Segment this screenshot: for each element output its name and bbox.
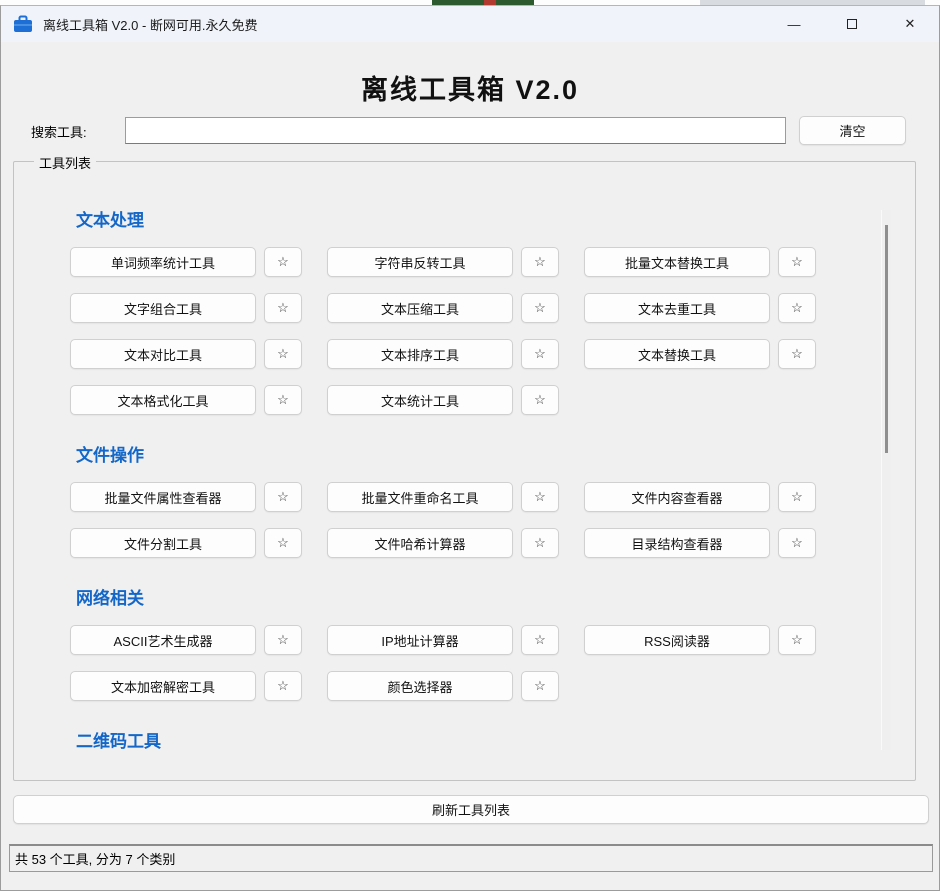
app-window: 离线工具箱 V2.0 - 断网可用.永久免费 — ✕ 离线工具箱 V2.0 搜索… (0, 5, 940, 891)
clear-button[interactable]: 清空 (799, 116, 906, 145)
favorite-star-button[interactable]: ☆ (778, 247, 816, 277)
favorite-star-button[interactable]: ☆ (264, 385, 302, 415)
window-title: 离线工具箱 V2.0 - 断网可用.永久免费 (43, 15, 258, 34)
tool-button[interactable]: 文本排序工具 (327, 339, 513, 369)
tool-cell: RSS阅读器 ☆ (584, 625, 816, 655)
search-input[interactable] (125, 117, 786, 144)
favorite-star-button[interactable]: ☆ (778, 528, 816, 558)
page-title: 离线工具箱 V2.0 (1, 68, 939, 107)
tool-grid: 单词频率统计工具 ☆ 字符串反转工具 ☆ 批量文本替换工具 ☆ 文字组合工具 ☆ 文本压缩工具 ☆… (70, 247, 917, 415)
tool-cell: 文本格式化工具 ☆ (70, 385, 302, 415)
tool-button[interactable]: 文本去重工具 (584, 293, 770, 323)
favorite-star-button[interactable]: ☆ (264, 247, 302, 277)
tool-button[interactable]: ASCII艺术生成器 (70, 625, 256, 655)
maximize-button[interactable] (823, 6, 881, 42)
tool-button[interactable]: IP地址计算器 (327, 625, 513, 655)
titlebar: 离线工具箱 V2.0 - 断网可用.永久免费 — ✕ (1, 6, 939, 42)
category-section: 文本处理单词频率统计工具☆字符串反转工具☆批量文本替换工具☆文字组合工具☆文本压… (70, 206, 917, 415)
tool-button[interactable]: 批量文本替换工具 (584, 247, 770, 277)
favorite-star-button[interactable]: ☆ (521, 247, 559, 277)
scrollbar-thumb[interactable] (885, 225, 888, 453)
favorite-star-button[interactable]: ☆ (778, 293, 816, 323)
tool-button[interactable]: 颜色选择器 (327, 671, 513, 701)
tool-cell: 文本统计工具 ☆ (327, 385, 559, 415)
favorite-star-button[interactable]: ☆ (264, 293, 302, 323)
tool-cell: 批量文本替换工具 ☆ (584, 247, 816, 277)
tool-cell: 文件哈希计算器 ☆ (327, 528, 559, 558)
category-section: 文件操作批量文件属性查看器☆批量文件重命名工具☆文件内容查看器☆文件分割工具☆文… (70, 441, 917, 558)
category-section: 二维码工具 (70, 727, 917, 752)
maximize-icon (847, 19, 857, 29)
tool-button[interactable]: 文本格式化工具 (70, 385, 256, 415)
tool-cell: 颜色选择器 ☆ (327, 671, 559, 701)
tool-button[interactable]: 文件分割工具 (70, 528, 256, 558)
favorite-star-button[interactable]: ☆ (521, 339, 559, 369)
favorite-star-button[interactable]: ☆ (521, 528, 559, 558)
favorite-star-button[interactable]: ☆ (521, 385, 559, 415)
tool-button[interactable]: 文本统计工具 (327, 385, 513, 415)
tool-cell: 字符串反转工具 ☆ (327, 247, 559, 277)
tool-cell: 文本排序工具 ☆ (327, 339, 559, 369)
close-button[interactable]: ✕ (881, 6, 939, 42)
tool-button[interactable]: 文件哈希计算器 (327, 528, 513, 558)
search-label: 搜索工具: (31, 122, 87, 141)
tool-grid: 批量文件属性查看器☆批量文件重命名工具☆文件内容查看器☆文件分割工具☆文件哈希计… (70, 482, 917, 558)
tool-cell: 目录结构查看器 ☆ (584, 528, 816, 558)
tool-cell: 批量文件重命名工具 ☆ (327, 482, 559, 512)
tool-cell: 文本替换工具 ☆ (584, 339, 816, 369)
favorite-star-button[interactable]: ☆ (778, 339, 816, 369)
tool-cell: 文件分割工具 ☆ (70, 528, 302, 558)
tool-cell: 文本加密解密工具 ☆ (70, 671, 302, 701)
tool-button[interactable]: 文本替换工具 (584, 339, 770, 369)
tool-cell: 文字组合工具 ☆ (70, 293, 302, 323)
refresh-tools-button[interactable]: 刷新工具列表 (13, 795, 929, 824)
tool-button[interactable]: RSS阅读器 (584, 625, 770, 655)
tool-cell: 文本去重工具 ☆ (584, 293, 816, 323)
toolbox-icon (13, 14, 33, 34)
minimize-button[interactable]: — (765, 6, 823, 42)
favorite-star-button[interactable]: ☆ (264, 339, 302, 369)
favorite-star-button[interactable]: ☆ (521, 293, 559, 323)
favorite-star-button[interactable]: ☆ (264, 671, 302, 701)
tool-button[interactable]: 单词频率统计工具 (70, 247, 256, 277)
tool-cell: IP地址计算器 ☆ (327, 625, 559, 655)
tool-list-viewport: 文本处理单词频率统计工具☆字符串反转工具☆批量文本替换工具☆文字组合工具☆文本压… (14, 162, 917, 780)
tool-button[interactable]: 字符串反转工具 (327, 247, 513, 277)
favorite-star-button[interactable]: ☆ (521, 671, 559, 701)
tool-button[interactable]: 文本加密解密工具 (70, 671, 256, 701)
favorite-star-button[interactable]: ☆ (264, 625, 302, 655)
tool-button[interactable]: 文本压缩工具 (327, 293, 513, 323)
favorite-star-button[interactable]: ☆ (778, 482, 816, 512)
tool-button[interactable]: 批量文件重命名工具 (327, 482, 513, 512)
category-header: 文件操作 (76, 441, 917, 466)
favorite-star-button[interactable]: ☆ (264, 482, 302, 512)
category-header: 二维码工具 (76, 727, 917, 752)
tool-cell: 文本对比工具 ☆ (70, 339, 302, 369)
category-header: 文本处理 (76, 206, 917, 231)
favorite-star-button[interactable]: ☆ (521, 625, 559, 655)
favorite-star-button[interactable]: ☆ (264, 528, 302, 558)
tool-list-groupbox: 工具列表 文本处理单词频率统计工具☆字符串反转工具☆批量文本替换工具☆文字组合工… (13, 161, 916, 781)
favorite-star-button[interactable]: ☆ (778, 625, 816, 655)
category-section: 网络相关ASCII艺术生成器☆IP地址计算器☆RSS阅读器☆文本加密解密工具☆颜… (70, 584, 917, 701)
tool-button[interactable]: 目录结构查看器 (584, 528, 770, 558)
search-row: 搜索工具: 清空 (1, 116, 940, 146)
tool-button[interactable]: 批量文件属性查看器 (70, 482, 256, 512)
vertical-scrollbar[interactable] (881, 210, 891, 750)
tool-button[interactable]: 文件内容查看器 (584, 482, 770, 512)
tool-cell: 批量文件属性查看器 ☆ (70, 482, 302, 512)
status-bar: 共 53 个工具, 分为 7 个类别 (9, 844, 933, 872)
tool-cell: 文本压缩工具 ☆ (327, 293, 559, 323)
tool-button[interactable]: 文本对比工具 (70, 339, 256, 369)
tool-grid: ASCII艺术生成器☆IP地址计算器☆RSS阅读器☆文本加密解密工具☆颜色选择器… (70, 625, 917, 701)
tool-cell: ASCII艺术生成器 ☆ (70, 625, 302, 655)
category-header: 网络相关 (76, 584, 917, 609)
favorite-star-button[interactable]: ☆ (521, 482, 559, 512)
status-text: 共 53 个工具, 分为 7 个类别 (15, 849, 175, 868)
tool-cell: 文件内容查看器 ☆ (584, 482, 816, 512)
tool-cell: 单词频率统计工具 ☆ (70, 247, 302, 277)
tool-button[interactable]: 文字组合工具 (70, 293, 256, 323)
